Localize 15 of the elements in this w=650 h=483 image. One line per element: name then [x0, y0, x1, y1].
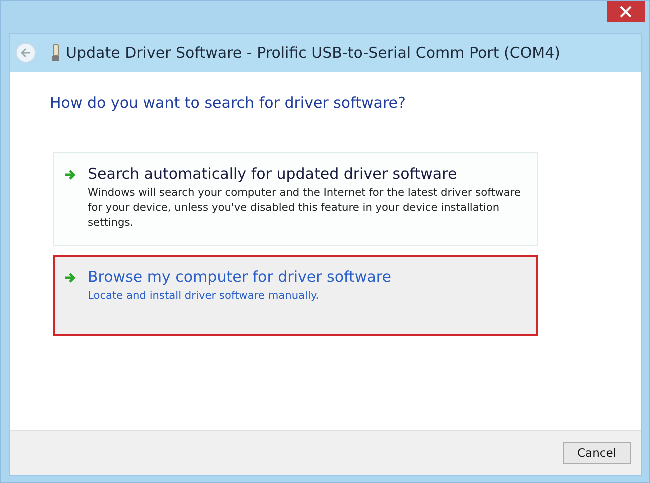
window-title: Update Driver Software - Prolific USB-to-Serial Comm Port (COM4) [66, 44, 560, 62]
close-icon [620, 6, 632, 18]
cancel-button[interactable]: Cancel [563, 442, 631, 464]
arrow-icon [64, 272, 77, 284]
option-description: Windows will search your computer and the Internet for the latest driver software for your device, unless you've disabled this feature in your device installation settings. [88, 186, 522, 231]
option-item[interactable]: Browse my computer for driver software Locate and install driver software manually. [53, 255, 538, 336]
back-arrow-icon [20, 47, 32, 59]
usb-plug-icon [52, 44, 60, 62]
close-button[interactable] [607, 1, 645, 22]
option-description: Locate and install driver software manually. [88, 289, 320, 304]
instruction-heading: How do you want to search for driver software? [50, 94, 407, 112]
option-title: Browse my computer for driver software [88, 268, 392, 286]
option-title: Search automatically for updated driver software [88, 165, 458, 183]
arrow-icon [64, 169, 77, 181]
option-item[interactable] [53, 152, 538, 246]
